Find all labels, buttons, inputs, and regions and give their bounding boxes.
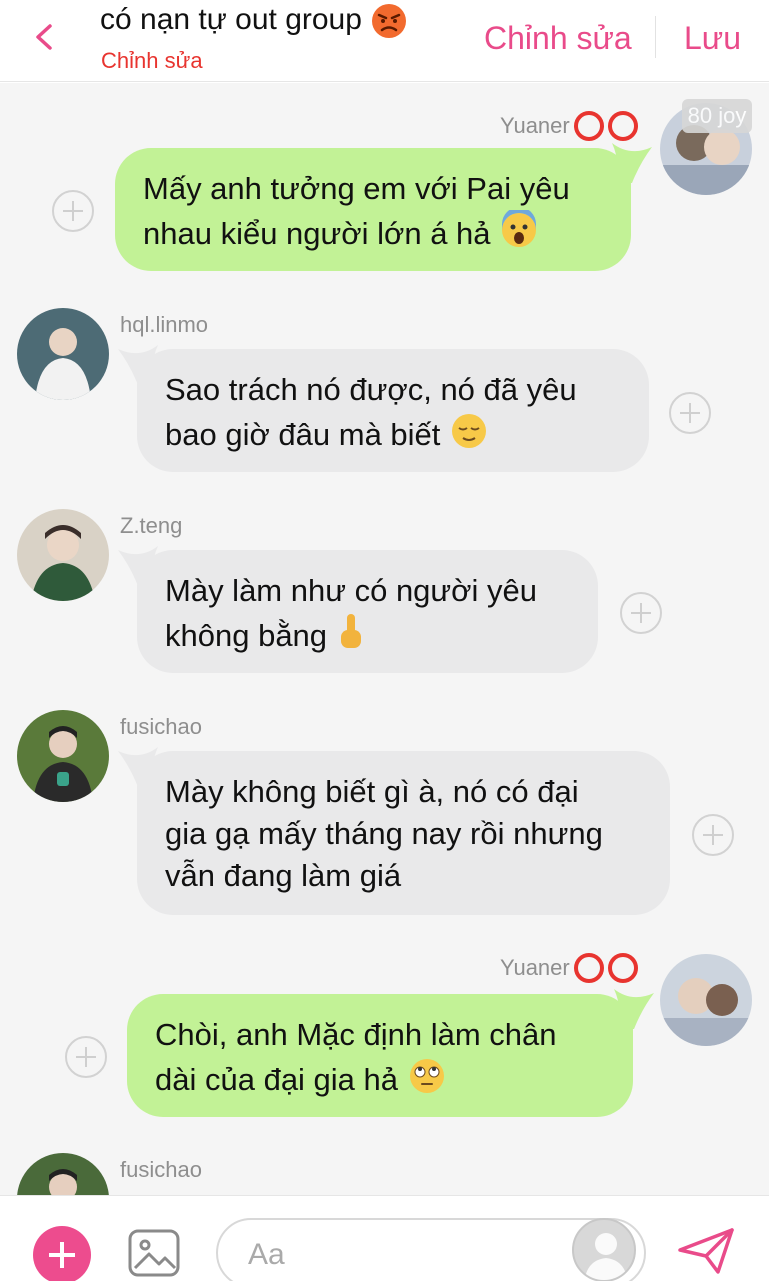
sender-name: Yuaner [500,111,638,141]
sender-name: hql.linmo [120,312,209,337]
message-bubble[interactable]: Chòi, anh Mặc định làm chân dài của đại … [127,994,633,1117]
add-reaction-button[interactable] [620,592,662,634]
ring-icon [573,953,604,983]
add-reaction-button[interactable] [692,814,734,856]
ring-icon [607,111,638,141]
angry-face-icon [372,4,407,38]
top-nav-bar: có nạn tự out group Chỉnh sửa Chỉnh sửa … [0,0,769,82]
screaming-face-icon [502,210,537,247]
avatar[interactable] [17,1153,109,1195]
ring-icon [607,953,638,983]
sender-name: fusichao [120,1157,202,1182]
send-icon[interactable] [676,1226,736,1276]
relieved-face-icon [452,414,487,448]
chat-title: có nạn tự out group [100,2,408,40]
sender-name: Z.teng [120,513,183,538]
avatar[interactable] [17,509,109,601]
ring-icon [573,111,604,141]
overlay-tag: 80 joy [682,99,752,133]
sender-name: fusichao [120,714,202,739]
chat-scroll-area[interactable]: Yuaner 80 joy Mấy anh tưởng em với Pai y… [0,83,769,1195]
avatar[interactable] [17,308,109,400]
image-gallery-icon[interactable] [127,1228,181,1278]
add-reaction-button[interactable] [52,190,94,232]
add-attachment-button[interactable] [33,1226,91,1281]
back-chevron-icon[interactable] [30,22,60,52]
message-bubble[interactable]: Mày không biết gì à, nó có đại gia gạ mấ… [137,751,670,915]
chat-subtitle[interactable]: Chỉnh sửa [101,48,203,74]
add-reaction-button[interactable] [65,1036,107,1078]
header-divider [655,16,656,58]
message-bubble[interactable]: Sao trách nó được, nó đã yêu bao giờ đâu… [137,349,649,472]
chat-title-text: có nạn tự out group [100,2,362,36]
rolling-eyes-face-icon [409,1059,444,1093]
edit-button[interactable]: Chỉnh sửa [484,20,632,57]
composer-bar: Aa [0,1195,769,1281]
add-reaction-button[interactable] [669,392,711,434]
middle-finger-icon [340,614,361,648]
avatar[interactable] [660,954,752,1046]
save-button[interactable]: Lưu [684,20,741,57]
message-bubble[interactable]: Mấy anh tưởng em với Pai yêu nhau kiểu n… [115,148,631,271]
sticker-avatar-icon[interactable] [572,1218,636,1281]
message-input-placeholder: Aa [248,1238,285,1271]
avatar[interactable] [17,710,109,802]
sender-name: Yuaner [500,953,638,983]
message-bubble[interactable]: Mày làm như có người yêu không bằng [137,550,598,673]
